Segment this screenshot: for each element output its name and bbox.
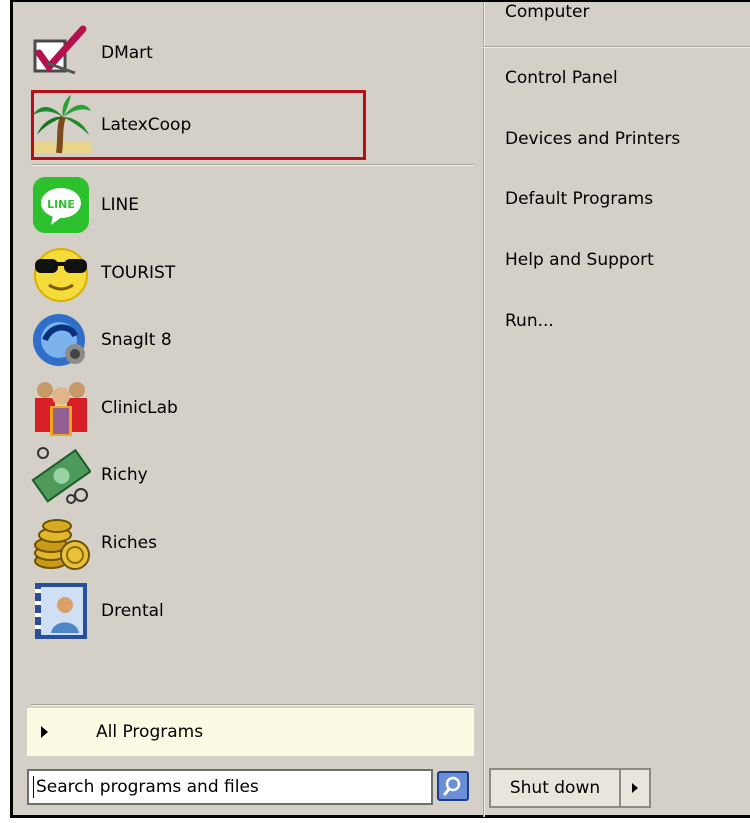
link-default-programs[interactable]: Default Programs	[505, 182, 653, 216]
program-item-drental[interactable]: Drental	[31, 578, 371, 644]
dmart-checkbox-icon	[31, 23, 91, 83]
programs-pane: DMart LatexCoop LINE LINE TOURIST SnagIt…	[13, 2, 476, 750]
right-separator	[483, 46, 750, 48]
link-label: Computer	[505, 2, 590, 22]
program-label: Drental	[101, 601, 164, 621]
link-label: Devices and Printers	[505, 129, 681, 149]
shutdown-label: Shut down	[509, 778, 601, 798]
link-help-support[interactable]: Help and Support	[505, 243, 654, 277]
link-label: Default Programs	[505, 189, 654, 209]
link-control-panel[interactable]: Control Panel	[505, 61, 618, 95]
start-menu: DMart LatexCoop LINE LINE TOURIST SnagIt…	[10, 0, 750, 818]
link-run[interactable]: Run...	[505, 304, 554, 338]
program-item-tourist[interactable]: TOURIST	[31, 240, 371, 306]
program-label: LINE	[101, 195, 139, 215]
link-computer[interactable]: Computer	[505, 0, 590, 22]
link-label: Control Panel	[505, 68, 618, 88]
sunglasses-smiley-icon	[31, 243, 91, 303]
snagit-icon	[31, 310, 91, 370]
pinned-separator	[31, 164, 474, 166]
arrow-right-icon	[41, 726, 48, 738]
program-item-dmart[interactable]: DMart	[31, 20, 371, 86]
program-label: DMart	[101, 43, 153, 63]
shutdown-button[interactable]: Shut down	[491, 770, 621, 806]
contact-card-icon	[31, 581, 91, 641]
text-caret	[33, 776, 34, 798]
people-group-icon	[31, 378, 91, 438]
gold-coins-icon	[31, 513, 91, 573]
search-icon	[443, 776, 461, 796]
program-label: TOURIST	[101, 263, 176, 283]
money-bill-icon	[31, 445, 92, 505]
shutdown-control: Shut down	[489, 768, 651, 808]
program-item-richy[interactable]: Richy	[31, 442, 371, 508]
shutdown-options-button[interactable]	[621, 770, 649, 806]
program-label: Richy	[101, 465, 148, 485]
svg-text:LINE: LINE	[47, 198, 75, 211]
all-programs-button[interactable]: All Programs	[27, 708, 474, 756]
system-links-pane: Computer Control Panel Devices and Print…	[483, 2, 750, 750]
program-item-cliniclab[interactable]: ClinicLab	[31, 375, 371, 441]
arrow-right-icon	[632, 783, 638, 793]
program-label: ClinicLab	[101, 398, 178, 418]
program-item-snagit[interactable]: SnagIt 8	[31, 307, 371, 373]
link-label: Help and Support	[505, 250, 654, 270]
search-input[interactable]: Search programs and files	[27, 769, 433, 805]
link-label: Run...	[505, 311, 554, 331]
program-label: Riches	[101, 533, 157, 553]
program-item-riches[interactable]: Riches	[31, 510, 371, 576]
program-item-line[interactable]: LINE LINE	[31, 172, 371, 238]
all-programs-separator	[31, 704, 474, 706]
line-chat-icon: LINE	[31, 175, 91, 235]
program-label: SnagIt 8	[101, 330, 172, 350]
search-placeholder: Search programs and files	[36, 777, 259, 797]
search-button[interactable]	[437, 771, 469, 801]
link-devices-printers[interactable]: Devices and Printers	[505, 122, 680, 156]
all-programs-label: All Programs	[96, 722, 204, 742]
highlight-box	[31, 90, 366, 160]
